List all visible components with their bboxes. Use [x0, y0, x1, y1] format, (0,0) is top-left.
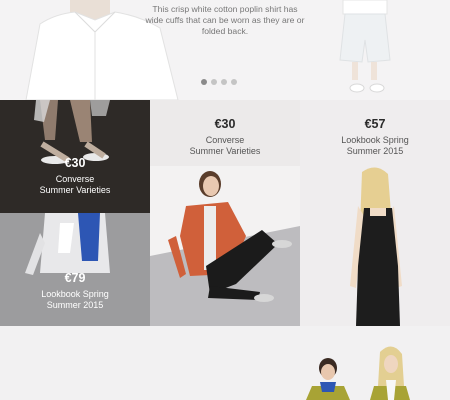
product-price: €57 — [364, 117, 386, 131]
hero-carousel[interactable]: This crisp white cotton poplin shirt has… — [0, 0, 450, 100]
product-info: €57 Lookbook Spring Summer 2015 — [300, 117, 450, 157]
hero-caption: This crisp white cotton poplin shirt has… — [145, 4, 305, 36]
product-name-line2: Summer Varieties — [39, 185, 111, 195]
product-name-line1: Converse — [205, 135, 245, 145]
pagination-dot[interactable] — [211, 79, 217, 85]
product-price: €30 — [214, 117, 236, 131]
product-name-line2: Summer 2015 — [46, 300, 104, 310]
product-name-line1: Lookbook Spring — [41, 289, 109, 299]
pagination-dot[interactable] — [231, 79, 237, 85]
pagination-dot[interactable] — [201, 79, 207, 85]
product-tile[interactable]: €30 Converse Summer Varieties — [150, 100, 300, 326]
product-tile[interactable]: €57 Lookbook Spring Summer 2015 — [300, 100, 450, 326]
product-price: €79 — [64, 271, 86, 285]
product-tile[interactable]: €30 Converse Summer Varieties — [0, 100, 150, 213]
product-name-line1: Lookbook Spring — [341, 135, 409, 145]
product-image — [150, 166, 300, 326]
product-price: €30 — [64, 156, 86, 170]
product-info: €30 Converse Summer Varieties — [0, 156, 150, 196]
product-info: €30 Converse Summer Varieties — [150, 117, 300, 157]
product-name-line2: Summer Varieties — [189, 146, 261, 156]
lookbook-image — [306, 346, 410, 400]
product-tile[interactable]: €79 Lookbook Spring Summer 2015 — [0, 213, 150, 326]
product-info: €79 Lookbook Spring Summer 2015 — [0, 271, 150, 311]
white-culottes-model — [339, 0, 391, 93]
product-name-line2: Summer 2015 — [346, 146, 404, 156]
lookbook-section[interactable] — [0, 326, 450, 400]
product-image — [350, 167, 402, 326]
carousel-pagination[interactable] — [201, 79, 237, 85]
pagination-dot[interactable] — [221, 79, 227, 85]
product-name-line1: Converse — [55, 174, 95, 184]
